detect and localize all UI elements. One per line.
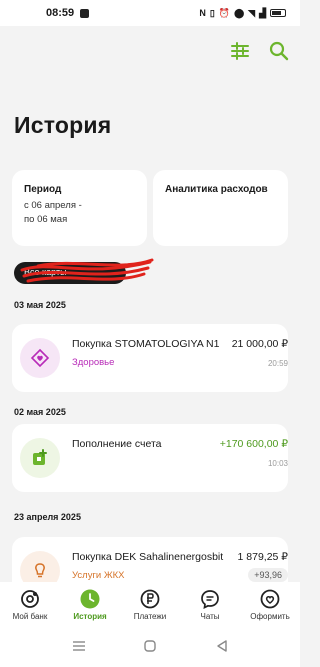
chat-icon	[201, 590, 219, 609]
battery-icon	[270, 9, 286, 17]
page-title: История	[14, 112, 112, 138]
analytics-card[interactable]: Аналитика расходов	[153, 170, 288, 246]
period-end: по 06 мая	[24, 214, 68, 225]
transaction-name: Покупка STOMATOLOGIYA N1	[72, 338, 220, 350]
back-icon[interactable]	[216, 640, 228, 652]
transaction-row[interactable]: Покупка DEK Sahalinenergosbit 1 879,25 ₽…	[12, 537, 288, 591]
ruble-icon	[140, 589, 160, 609]
nav-payments[interactable]: Платежи	[120, 588, 180, 621]
transaction-row[interactable]: Покупка STOMATOLOGIYA N1 21 000,00 ₽ Здо…	[12, 324, 288, 392]
menu-icon[interactable]	[72, 640, 86, 652]
date-header: 02 мая 2025	[14, 407, 66, 417]
clock-icon	[80, 589, 100, 609]
nav-label: Чаты	[200, 612, 220, 621]
analytics-title: Аналитика расходов	[165, 184, 268, 195]
transaction-time: 10:03	[267, 459, 288, 468]
location-icon: ⬤	[234, 7, 245, 18]
notification-icon	[80, 8, 90, 18]
bottom-nav: Мой банк История Платежи Чаты Оформить	[0, 582, 300, 626]
period-title: Период	[24, 184, 62, 195]
nav-apply[interactable]: Оформить	[240, 588, 300, 621]
nav-label: Мой банк	[12, 612, 48, 621]
nav-history[interactable]: История	[60, 588, 120, 621]
nav-label: Платежи	[133, 612, 167, 621]
transaction-name: Покупка DEK Sahalinenergosbit	[72, 551, 224, 563]
transaction-amount: 21 000,00 ₽	[231, 338, 288, 350]
health-category-icon	[20, 338, 60, 378]
search-icon[interactable]	[268, 40, 290, 62]
vibrate-icon: ▯	[209, 7, 215, 18]
topup-icon	[20, 438, 60, 478]
alarm-icon: ⏰	[218, 7, 231, 18]
date-header: 23 апреля 2025	[14, 512, 81, 522]
period-start: с 06 апреля -	[24, 200, 82, 211]
nav-label: История	[73, 612, 107, 621]
signal-icon: ▟	[259, 7, 266, 18]
nav-chats[interactable]: Чаты	[180, 588, 240, 621]
home-icon[interactable]	[144, 640, 156, 652]
nav-my-bank[interactable]: Мой банк	[0, 588, 60, 621]
status-bar: 08:59 N ▯ ⏰ ⬤ ◥ ▟	[0, 0, 300, 26]
status-time: 08:59	[46, 7, 75, 19]
transaction-row[interactable]: Пополнение счета +170 600,00 ₽ 10:03	[12, 424, 288, 492]
period-card[interactable]: Период с 06 апреля - по 06 мая	[12, 170, 147, 246]
status-icons: N ▯ ⏰ ⬤ ◥ ▟	[199, 8, 286, 19]
transaction-category: Здоровье	[72, 357, 115, 368]
wifi-icon: ◥	[248, 7, 256, 18]
nfc-icon: N	[199, 8, 206, 18]
heart-icon	[260, 589, 280, 609]
transaction-time: 20:59	[267, 359, 288, 368]
bank-icon	[21, 590, 39, 608]
transaction-amount: 1 879,25 ₽	[237, 551, 288, 563]
system-nav-bar	[0, 626, 300, 667]
top-bar	[0, 26, 300, 76]
account-filter-chip[interactable]: Все карты	[14, 262, 126, 284]
cashback-badge: +93,96	[248, 568, 288, 582]
transaction-name: Пополнение счета	[72, 438, 162, 450]
nav-label: Оформить	[250, 612, 290, 621]
filter-icon[interactable]	[229, 40, 251, 62]
transaction-category: Услуги ЖКХ	[72, 570, 125, 581]
transaction-amount: +170 600,00 ₽	[219, 438, 288, 450]
date-header: 03 мая 2025	[14, 300, 66, 310]
